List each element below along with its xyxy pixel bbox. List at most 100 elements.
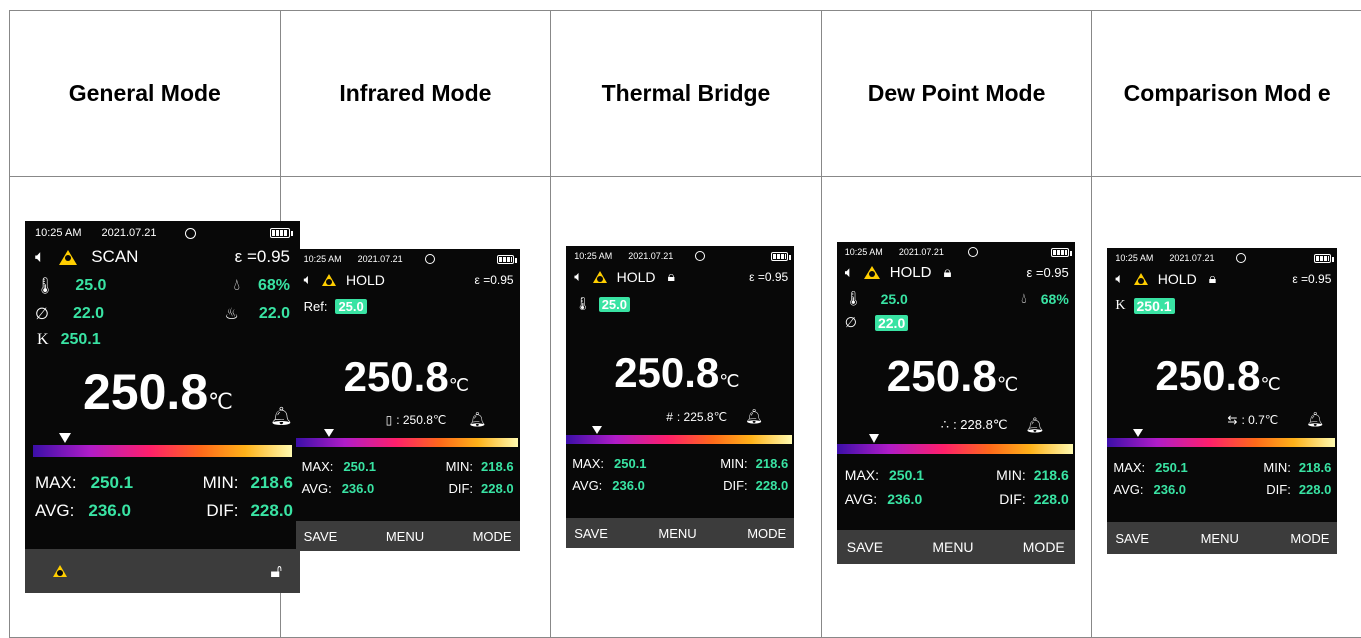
emissivity-text: ε =0.95 <box>749 270 788 284</box>
status-text: HOLD <box>1158 271 1197 287</box>
dif-label: DIF: <box>999 491 1025 507</box>
alarm-bell-icon: 🔔︎ <box>745 408 763 425</box>
dif-value: 228.0 <box>756 478 789 493</box>
laser-warning-icon <box>864 266 880 279</box>
cell-comparison: 10:25 AM 2021.07.21 🔈︎ HOLD 🔒︎ ε =0.95 K… <box>1092 177 1361 638</box>
speaker-icon: 🔈︎ <box>35 247 45 267</box>
alarm-bell-icon: 🔔︎ <box>468 411 486 428</box>
dif-value: 228.0 <box>1299 482 1332 497</box>
comparison-screen: 10:25 AM 2021.07.21 🔈︎ HOLD 🔒︎ ε =0.95 K… <box>1107 248 1337 554</box>
clock-icon <box>425 254 435 264</box>
battery-icon <box>771 252 788 261</box>
save-button[interactable]: SAVE <box>304 529 338 544</box>
humidity-value: 68% <box>1041 291 1069 307</box>
thermometer-icon: 🌡︎ <box>35 276 55 296</box>
dew-value: 22.0 <box>73 305 104 323</box>
status-text: HOLD <box>617 269 656 285</box>
k-type-value: 250.1 <box>1134 298 1175 314</box>
pointer-marker <box>324 429 334 437</box>
softkey-bar: 🔓︎ <box>25 549 300 593</box>
emissivity-text: ε =0.95 <box>1292 272 1331 286</box>
cell-general: 10:25 AM 2021.07.21 🔈︎ SCAN ε =0.95 🌡︎ 2… <box>10 177 281 638</box>
speaker-icon: 🔈︎ <box>574 268 582 285</box>
clock-icon <box>185 228 196 239</box>
thermal-bridge-icon: # <box>666 410 673 424</box>
avg-value: 236.0 <box>887 491 922 507</box>
dif-label: DIF: <box>448 481 473 496</box>
max-label: MAX: <box>572 456 604 471</box>
menu-button[interactable]: MENU <box>1201 531 1239 546</box>
color-scale-bar <box>296 438 518 447</box>
softkey-bar: SAVE MENU MODE <box>837 530 1075 564</box>
mode-button[interactable]: MODE <box>747 526 786 541</box>
time-text: 10:25 AM <box>35 227 81 239</box>
sub-temperature: : 228.8℃ <box>953 417 1007 433</box>
dif-value: 228.0 <box>1034 491 1069 507</box>
menu-button[interactable]: MENU <box>658 526 696 541</box>
thermometer-icon: 🌡︎ <box>574 296 591 312</box>
infrared-screen: 10:25 AM 2021.07.21 🔈︎ HOLD ε =0.95 Ref:… <box>296 249 520 551</box>
unit-text: ℃ <box>719 371 739 391</box>
save-button[interactable]: SAVE <box>574 526 608 541</box>
alarm-bell-icon: 🔔︎ <box>1306 411 1324 428</box>
date-text: 2021.07.21 <box>358 254 403 264</box>
ref-value: 25.0 <box>335 299 366 314</box>
menu-button[interactable]: MENU <box>386 529 424 544</box>
ref-label: Ref: <box>304 299 328 314</box>
color-scale-bar <box>566 435 792 444</box>
alarm-bell-icon: 🔔︎ <box>1025 416 1044 434</box>
min-value: 218.6 <box>1299 460 1332 475</box>
min-value: 218.6 <box>756 456 789 471</box>
max-label: MAX: <box>35 473 77 493</box>
avg-value: 236.0 <box>88 501 131 521</box>
avg-value: 236.0 <box>342 481 375 496</box>
dif-label: DIF: <box>1266 482 1291 497</box>
speaker-icon: 🔈︎ <box>845 264 854 281</box>
lock-icon: 🔒︎ <box>943 264 951 281</box>
cell-infrared: 10:25 AM 2021.07.21 🔈︎ HOLD ε =0.95 Ref:… <box>280 177 551 638</box>
save-button[interactable]: SAVE <box>1115 531 1149 546</box>
max-label: MAX: <box>302 459 334 474</box>
time-text: 10:25 AM <box>574 251 612 261</box>
sub-temperature: : 225.8℃ <box>677 410 727 424</box>
laser-softkey-icon[interactable] <box>53 565 67 577</box>
pointer-marker <box>1133 429 1143 437</box>
date-text: 2021.07.21 <box>899 247 944 257</box>
temp-value: 25.0 <box>75 277 106 295</box>
color-scale-bar <box>33 445 292 457</box>
cell-dew-point: 10:25 AM 2021.07.21 🔈︎ HOLD 🔒︎ ε =0.95 🌡… <box>821 177 1092 638</box>
modes-table: General Mode Infrared Mode Thermal Bridg… <box>9 10 1361 638</box>
humidity-icon: 💧︎ <box>234 277 240 295</box>
mode-button[interactable]: MODE <box>1023 539 1065 555</box>
thermometer-icon: 🌡︎ <box>845 290 863 307</box>
lock-icon: 🔒︎ <box>668 268 675 285</box>
laser-warning-icon <box>322 274 336 286</box>
menu-button[interactable]: MENU <box>932 539 973 555</box>
max-value: 250.1 <box>614 456 647 471</box>
unit-text: ℃ <box>208 389 233 414</box>
dew-point-icon: ∅ <box>35 304 49 324</box>
time-text: 10:25 AM <box>1115 253 1153 263</box>
header-dew-point: Dew Point Mode <box>821 11 1092 177</box>
mode-button[interactable]: MODE <box>1290 531 1329 546</box>
min-label: MIN: <box>996 467 1026 483</box>
min-label: MIN: <box>720 456 747 471</box>
max-value: 250.1 <box>91 473 134 493</box>
min-label: MIN: <box>446 459 473 474</box>
date-text: 2021.07.21 <box>101 227 156 239</box>
save-button[interactable]: SAVE <box>847 539 883 555</box>
header-thermal: Thermal Bridge <box>551 11 822 177</box>
main-temperature: 250.8 <box>614 349 719 396</box>
softkey-bar: SAVE MENU MODE <box>296 521 520 551</box>
cell-thermal-bridge: 10:25 AM 2021.07.21 🔈︎ HOLD 🔒︎ ε =0.95 🌡… <box>551 177 822 638</box>
min-label: MIN: <box>203 473 239 493</box>
avg-value: 236.0 <box>1153 482 1186 497</box>
header-comparison: Comparison Mod e <box>1092 11 1361 177</box>
main-temperature: 250.8 <box>83 364 208 420</box>
dif-label: DIF: <box>206 501 238 521</box>
mode-button[interactable]: MODE <box>473 529 512 544</box>
dew-point-icon: ∅ <box>845 314 857 331</box>
date-text: 2021.07.21 <box>1169 253 1214 263</box>
main-temperature: 250.8 <box>344 353 449 400</box>
k-type-value: 250.1 <box>61 331 101 349</box>
